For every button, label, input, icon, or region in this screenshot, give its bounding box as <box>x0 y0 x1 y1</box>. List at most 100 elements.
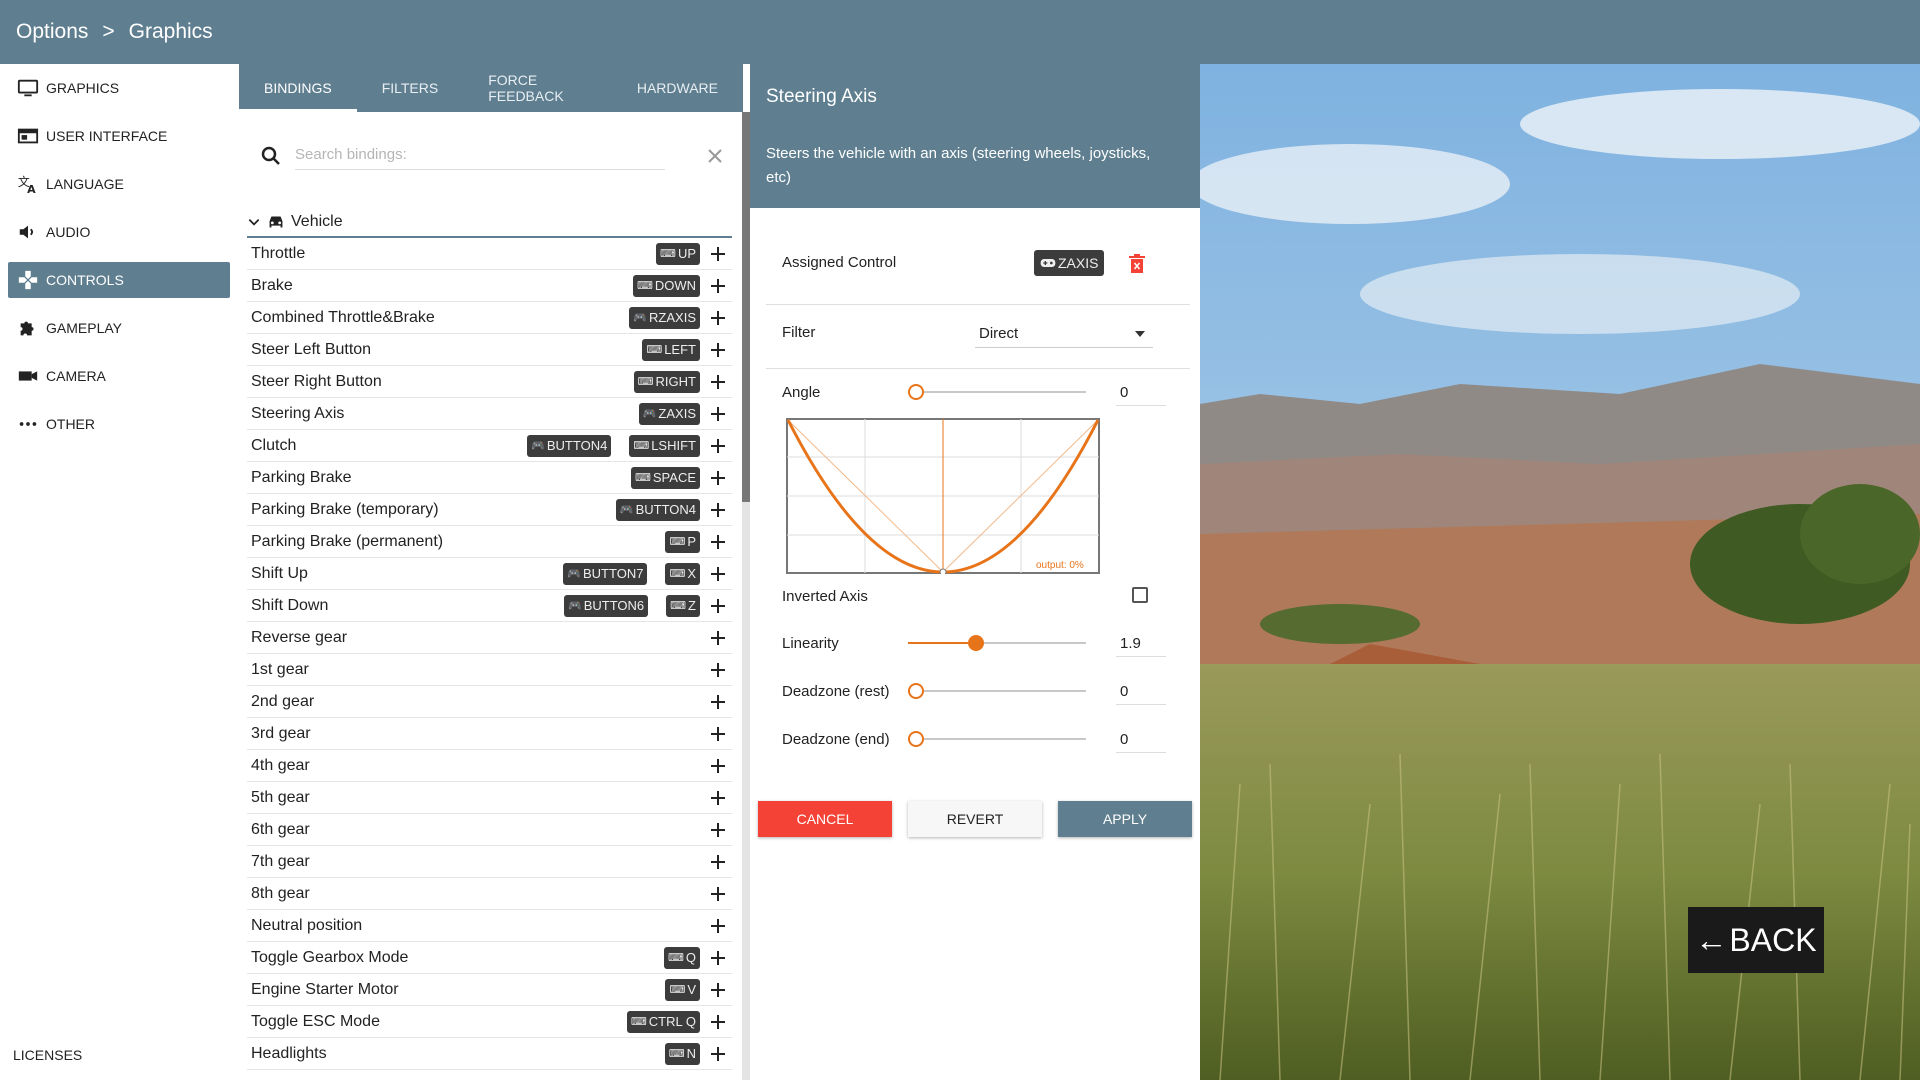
add-binding-icon[interactable] <box>708 468 728 488</box>
add-binding-icon[interactable] <box>708 404 728 424</box>
binding-key-badge[interactable]: 🎮 BUTTON7 <box>563 562 648 585</box>
sidebar-item-other[interactable]: OTHER <box>8 406 230 442</box>
binding-row[interactable]: Reverse gear <box>247 622 732 654</box>
licenses-link[interactable]: LICENSES <box>13 1047 82 1063</box>
back-button[interactable]: ← BACK <box>1688 907 1824 973</box>
binding-row[interactable]: 3rd gear <box>247 718 732 750</box>
add-binding-icon[interactable] <box>708 724 728 744</box>
binding-row[interactable]: Shift Down 🎮 BUTTON6 ⌨ Z <box>247 590 732 622</box>
binding-key-badge[interactable]: 🎮 BUTTON4 <box>615 498 700 521</box>
binding-key-badge[interactable]: ⌨ Z <box>666 594 700 617</box>
add-binding-icon[interactable] <box>708 596 728 616</box>
sidebar-item-controls[interactable]: CONTROLS <box>8 262 230 298</box>
deadzone-rest-slider[interactable] <box>908 683 1086 699</box>
inverted-axis-checkbox[interactable] <box>1132 587 1148 603</box>
apply-button[interactable]: APPLY <box>1058 801 1192 837</box>
bindings-scrollbar[interactable] <box>742 112 750 1080</box>
add-binding-icon[interactable] <box>708 692 728 712</box>
binding-key-badge[interactable]: ⌨ LSHIFT <box>629 434 700 457</box>
binding-row[interactable]: Engine Starter Motor ⌨ V <box>247 974 732 1006</box>
add-binding-icon[interactable] <box>708 244 728 264</box>
sidebar-item-graphics[interactable]: GRAPHICS <box>8 70 230 106</box>
add-binding-icon[interactable] <box>708 756 728 776</box>
binding-row[interactable]: Throttle ⌨ UP <box>247 238 732 270</box>
add-binding-icon[interactable] <box>708 1012 728 1032</box>
add-binding-icon[interactable] <box>708 628 728 648</box>
add-binding-icon[interactable] <box>708 372 728 392</box>
add-binding-icon[interactable] <box>708 660 728 680</box>
binding-row[interactable]: Parking Brake (permanent) ⌨ P <box>247 526 732 558</box>
filter-dropdown[interactable]: Direct <box>975 320 1153 348</box>
binding-key-badge[interactable]: ⌨ N <box>664 1042 700 1065</box>
binding-row[interactable]: Steering Axis 🎮 ZAXIS <box>247 398 732 430</box>
tab-bindings[interactable]: BINDINGS <box>239 64 357 112</box>
binding-row[interactable]: Parking Brake ⌨ SPACE <box>247 462 732 494</box>
binding-key-badge[interactable]: ⌨ Q <box>663 946 700 969</box>
binding-key-badge[interactable]: 🎮 BUTTON6 <box>564 594 649 617</box>
add-binding-icon[interactable] <box>708 532 728 552</box>
binding-key-badge[interactable]: ⌨ UP <box>656 242 700 265</box>
category-header-vehicle[interactable]: Vehicle <box>247 208 732 238</box>
binding-key-badge[interactable]: ⌨ X <box>665 562 700 585</box>
search-input[interactable] <box>295 140 665 170</box>
binding-key-badge[interactable]: ⌨ V <box>665 978 700 1001</box>
add-binding-icon[interactable] <box>708 980 728 1000</box>
binding-key-badge[interactable]: ⌨ DOWN <box>632 274 700 297</box>
binding-key-badge[interactable]: ⌨ P <box>665 530 700 553</box>
angle-slider[interactable] <box>908 384 1086 400</box>
add-binding-icon[interactable] <box>708 820 728 840</box>
binding-key-badge[interactable]: ⌨ SPACE <box>631 466 700 489</box>
binding-key-badge[interactable]: ⌨ LEFT <box>642 338 700 361</box>
add-binding-icon[interactable] <box>708 788 728 808</box>
add-binding-icon[interactable] <box>708 884 728 904</box>
add-binding-icon[interactable] <box>708 1044 728 1064</box>
binding-row[interactable]: 6th gear <box>247 814 732 846</box>
binding-row[interactable]: Neutral position <box>247 910 732 942</box>
binding-row[interactable]: Parking Brake (temporary) 🎮 BUTTON4 <box>247 494 732 526</box>
sidebar-item-user-interface[interactable]: USER INTERFACE <box>8 118 230 154</box>
binding-row[interactable]: 5th gear <box>247 782 732 814</box>
binding-row[interactable]: 2nd gear <box>247 686 732 718</box>
add-binding-icon[interactable] <box>708 948 728 968</box>
revert-button[interactable]: REVERT <box>908 801 1042 837</box>
assigned-control-key[interactable]: ZAXIS <box>1034 250 1105 276</box>
slider-knob[interactable] <box>908 683 924 699</box>
binding-row[interactable]: Steer Left Button ⌨ LEFT <box>247 334 732 366</box>
add-binding-icon[interactable] <box>708 340 728 360</box>
deadzone-end-value[interactable]: 0 <box>1116 727 1166 753</box>
deadzone-end-slider[interactable] <box>908 731 1086 747</box>
binding-row[interactable]: Combined Throttle&Brake 🎮 RZAXIS <box>247 302 732 334</box>
tab-filters[interactable]: FILTERS <box>357 64 464 112</box>
add-binding-icon[interactable] <box>708 500 728 520</box>
binding-row[interactable]: Shift Up 🎮 BUTTON7 ⌨ X <box>247 558 732 590</box>
binding-row[interactable]: 4th gear <box>247 750 732 782</box>
binding-key-badge[interactable]: 🎮 BUTTON4 <box>527 434 612 457</box>
binding-row[interactable]: Brake ⌨ DOWN <box>247 270 732 302</box>
binding-row[interactable]: Toggle Gearbox Mode ⌨ Q <box>247 942 732 974</box>
binding-row[interactable]: Toggle ESC Mode ⌨ CTRL Q <box>247 1006 732 1038</box>
binding-key-badge[interactable]: ⌨ RIGHT <box>633 370 700 393</box>
sidebar-item-gameplay[interactable]: GAMEPLAY <box>8 310 230 346</box>
delete-binding-icon[interactable] <box>1128 254 1146 274</box>
slider-knob[interactable] <box>908 384 924 400</box>
add-binding-icon[interactable] <box>708 276 728 296</box>
add-binding-icon[interactable] <box>708 564 728 584</box>
binding-row[interactable]: 1st gear <box>247 654 732 686</box>
binding-row[interactable]: Steer Right Button ⌨ RIGHT <box>247 366 732 398</box>
add-binding-icon[interactable] <box>708 916 728 936</box>
binding-row[interactable]: Clutch 🎮 BUTTON4 ⌨ LSHIFT <box>247 430 732 462</box>
slider-knob[interactable] <box>967 635 984 651</box>
breadcrumb-options[interactable]: Options <box>16 20 88 44</box>
clear-search-icon[interactable] <box>703 144 727 168</box>
slider-knob[interactable] <box>908 731 924 747</box>
binding-row[interactable]: 7th gear <box>247 846 732 878</box>
binding-key-badge[interactable]: 🎮 RZAXIS <box>629 306 700 329</box>
tab-force-feedback[interactable]: FORCE FEEDBACK <box>463 64 612 112</box>
deadzone-rest-value[interactable]: 0 <box>1116 679 1166 705</box>
sidebar-item-audio[interactable]: AUDIO <box>8 214 230 250</box>
sidebar-item-camera[interactable]: CAMERA <box>8 358 230 394</box>
linearity-slider[interactable] <box>908 635 1086 651</box>
add-binding-icon[interactable] <box>708 852 728 872</box>
cancel-button[interactable]: CANCEL <box>758 801 892 837</box>
add-binding-icon[interactable] <box>708 436 728 456</box>
